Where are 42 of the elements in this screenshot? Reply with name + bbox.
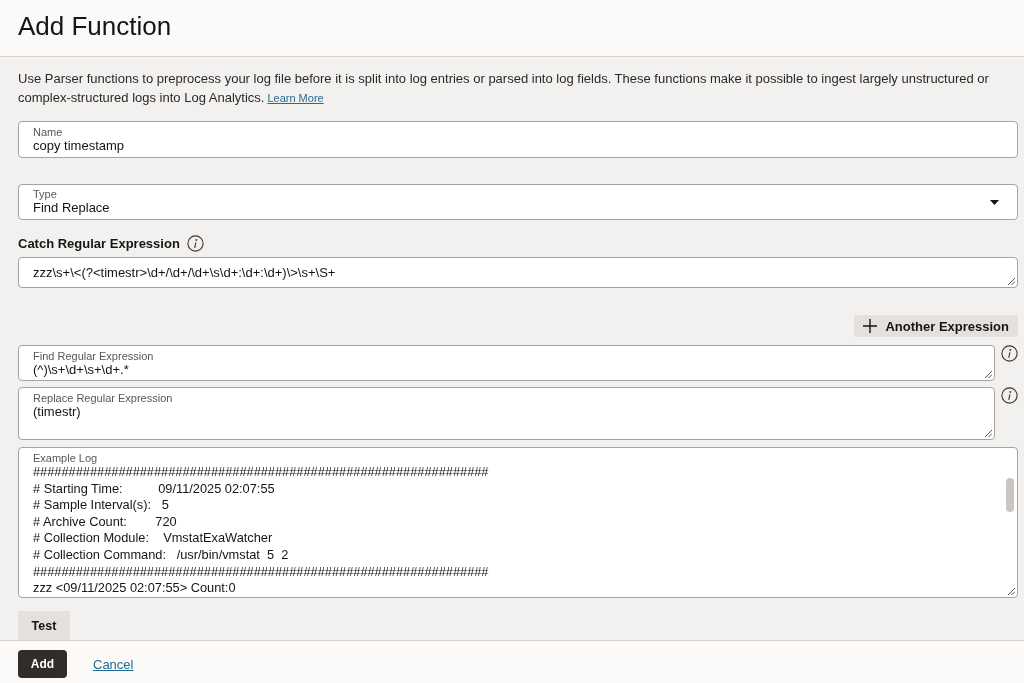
log-line: # Collection Module: VmstatExaWatcher <box>33 530 274 547</box>
log-line: # Starting Time: 09/11/2025 02:07:55 <box>33 480 276 498</box>
field-value: Find Replace <box>33 200 111 216</box>
type-select[interactable]: Type Find Replace <box>18 184 1018 220</box>
field-label: Find Regular Expression <box>33 350 155 362</box>
log-line: zzz <09/11/2025 02:07:55> Count:0 <box>33 580 237 597</box>
log-line: ################################################################ <box>33 563 490 581</box>
resize-grip-icon[interactable] <box>984 429 992 437</box>
field-value: (^)\s+\d+\s+\d+.* <box>33 362 130 378</box>
test-button[interactable]: Test <box>18 611 70 640</box>
caret-down-icon <box>990 199 999 205</box>
description-text: Use Parser functions to preprocess your log file before it is split into log entries or parsed into log fields. These functions make it possible to ingest largely unstructured or complex-structured logs into Log Analytics. Learn More <box>18 70 990 107</box>
add-button[interactable]: Add <box>18 650 67 678</box>
resize-grip-icon[interactable] <box>1007 587 1015 595</box>
field-value: copy timestamp <box>33 138 126 154</box>
log-line: # Archive Count: 720 <box>33 513 178 531</box>
info-icon[interactable] <box>1001 345 1018 362</box>
log-line: # Sample Interval(s): 5 <box>33 497 170 514</box>
another-expression-button[interactable]: Another Expression <box>854 315 1018 337</box>
field-label: Name <box>33 126 64 138</box>
log-line: # Collection Command: /usr/bin/vmstat 5 2 <box>33 546 290 564</box>
example-log-field[interactable] <box>18 447 1018 598</box>
replace-expression-field[interactable]: Replace Regular Expression (timestr) <box>18 387 995 440</box>
name-field[interactable]: Name copy timestamp <box>18 121 1018 158</box>
catch-expression-field[interactable]: zzz\s+\<(?<timestr>\d+/\d+/\d+\s\d+:\d+:\d+)\>\s+\S+ <box>18 257 1018 288</box>
info-icon[interactable] <box>1001 387 1018 404</box>
page-title: Add Function <box>18 10 172 42</box>
resize-grip-icon[interactable] <box>984 370 992 378</box>
plus-icon <box>863 319 878 333</box>
field-label: Type <box>33 188 58 200</box>
scrollbar[interactable] <box>1006 478 1014 512</box>
field-label: Example Log <box>33 452 99 464</box>
learn-more-link[interactable]: Learn More <box>267 92 324 104</box>
field-label: Replace Regular Expression <box>33 392 174 404</box>
resize-grip-icon[interactable] <box>1007 277 1015 285</box>
find-expression-field[interactable]: Find Regular Expression (^)\s+\d+\s+\d+.* <box>18 345 995 381</box>
log-line: ################################################################ <box>33 464 490 481</box>
cancel-link[interactable]: Cancel <box>93 656 134 672</box>
field-label: Catch Regular Expression <box>18 236 180 251</box>
field-value: (timestr) <box>33 404 82 420</box>
info-icon[interactable] <box>186 235 204 252</box>
field-value: zzz\s+\<(?<timestr>\d+/\d+/\d+\s\d+:\d+:\d+)\>\s+\S+ <box>33 264 336 281</box>
